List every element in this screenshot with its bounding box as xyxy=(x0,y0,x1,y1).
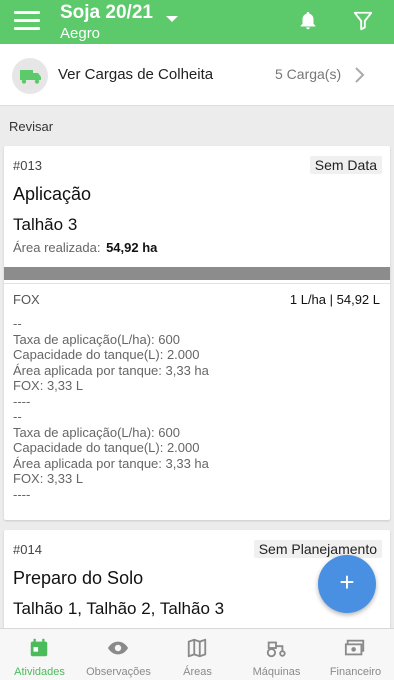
note-line: Capacidade do tanque(L): 2.000 xyxy=(13,440,200,455)
truck-icon xyxy=(12,58,48,94)
bottom-nav: Atividades Observações Áreas Máquinas Fi… xyxy=(0,628,394,680)
product-name: FOX xyxy=(13,292,40,307)
activity-code: #014 xyxy=(13,542,42,557)
farm-subtitle[interactable]: Aegro xyxy=(60,25,100,42)
nav-item-observacoes[interactable]: Observações xyxy=(79,629,158,680)
app-header: Soja 20/21 Aegro xyxy=(0,0,394,44)
activity-plots: Talhão 3 xyxy=(13,215,78,234)
nav-label: Áreas xyxy=(183,666,212,678)
add-activity-button[interactable]: + xyxy=(318,555,376,613)
activity-plots: Talhão 1, Talhão 2, Talhão 3 xyxy=(13,599,225,618)
progress-bar xyxy=(4,267,390,280)
bell-icon[interactable] xyxy=(297,10,319,32)
nav-item-financeiro[interactable]: Financeiro xyxy=(316,629,394,680)
area-value: 54,92 ha xyxy=(106,240,158,255)
map-icon xyxy=(187,638,207,658)
activity-card[interactable]: #013 Sem Data Aplicação Talhão 3 Área re… xyxy=(4,146,390,520)
status-badge: Sem Planejamento xyxy=(253,540,382,558)
nav-label: Observações xyxy=(86,666,151,678)
nav-item-atividades[interactable]: Atividades xyxy=(0,629,79,680)
nav-item-maquinas[interactable]: Máquinas xyxy=(237,629,316,680)
activity-type: Aplicação xyxy=(13,184,92,204)
plus-icon: + xyxy=(339,567,355,597)
status-badge: Sem Data xyxy=(309,156,382,174)
divider xyxy=(4,283,390,284)
note-line: ---- xyxy=(13,486,31,502)
nav-label: Máquinas xyxy=(252,666,301,678)
calendar-icon xyxy=(30,638,48,657)
area-label: Área realizada: xyxy=(13,240,101,255)
product-dose: 1 L/ha | 54,92 L xyxy=(289,292,380,307)
note-line: -- xyxy=(13,316,22,331)
note-line: ---- xyxy=(13,393,31,409)
activity-type: Preparo do Solo xyxy=(13,568,144,588)
note-line: -- xyxy=(13,409,22,424)
chevron-down-icon[interactable] xyxy=(166,16,178,22)
filter-icon[interactable] xyxy=(352,9,374,33)
note-line: FOX: 3,33 L xyxy=(13,471,84,486)
money-icon xyxy=(344,639,365,656)
note-line: Área aplicada por tanque: 3,33 ha xyxy=(13,455,209,471)
note-line: Área aplicada por tanque: 3,33 ha xyxy=(13,362,209,378)
note-line: Taxa de aplicação(L/ha): 600 xyxy=(13,331,180,347)
harvest-loads-count: 5 Carga(s) xyxy=(275,66,342,82)
nav-item-areas[interactable]: Áreas xyxy=(158,629,237,680)
note-line: FOX: 3,33 L xyxy=(13,378,84,393)
note-line: Capacidade do tanque(L): 2.000 xyxy=(13,347,200,362)
area-realized: Área realizada: 54,92 ha xyxy=(13,240,157,255)
season-title[interactable]: Soja 20/21 xyxy=(60,2,153,24)
harvest-loads-label: Ver Cargas de Colheita xyxy=(58,66,214,83)
note-line: Taxa de aplicação(L/ha): 600 xyxy=(13,424,180,440)
activity-notes: -- Taxa de aplicação(L/ha): 600 Capacida… xyxy=(13,316,209,502)
section-title: Revisar xyxy=(9,119,54,134)
nav-label: Financeiro xyxy=(329,666,382,678)
harvest-loads-row[interactable]: Ver Cargas de Colheita 5 Carga(s) xyxy=(0,44,394,106)
eye-icon xyxy=(107,641,129,655)
chevron-right-icon xyxy=(355,67,365,83)
nav-label: Atividades xyxy=(14,666,65,678)
menu-icon[interactable] xyxy=(14,11,40,33)
tractor-icon xyxy=(266,641,286,658)
activity-code: #013 xyxy=(13,158,42,173)
